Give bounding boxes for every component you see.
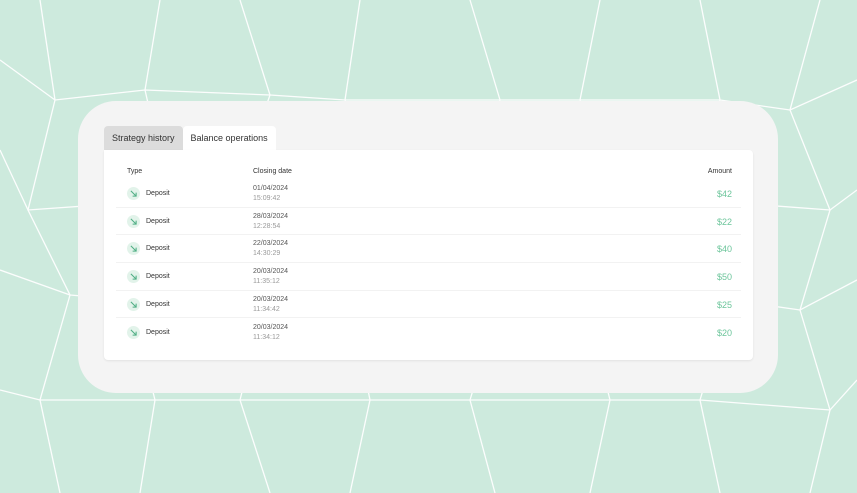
- closing-date: 20/03/2024: [253, 268, 289, 276]
- column-header-closing-date: Closing date: [253, 168, 292, 175]
- amount-value: $40: [716, 244, 732, 255]
- closing-time: 15:09:42: [253, 195, 281, 202]
- arrow-down-right-icon: [127, 297, 140, 311]
- arrow-down-right-icon: [127, 242, 140, 256]
- closing-date: 22/03/2024: [253, 240, 289, 248]
- closing-time: 11:34:12: [253, 333, 280, 341]
- table-row: Deposit 20/03/2024 11:35:12 $50: [104, 263, 753, 291]
- operation-type: Deposit: [146, 328, 170, 336]
- balance-card: Strategy history Balance operations Type…: [78, 101, 778, 393]
- table-row: Deposit 20/03/2024 11:34:12 $20: [104, 319, 753, 347]
- column-header-type: Type: [127, 168, 143, 175]
- closing-time: 12:28:54: [253, 222, 281, 230]
- column-header-amount: Amount: [707, 168, 732, 175]
- closing-date: 20/03/2024: [253, 323, 289, 331]
- closing-date: 28/03/2024: [253, 212, 289, 220]
- table-row: Deposit 01/04/2024 15:09:42 $42: [104, 180, 753, 208]
- table-row: Deposit 22/03/2024 14:30:29 $40: [104, 235, 753, 264]
- amount-value: $20: [716, 327, 732, 338]
- closing-time: 11:35:12: [253, 278, 280, 286]
- operations-table: Type Closing date Amount Deposit 01/04/2…: [104, 150, 753, 360]
- amount-value: $42: [716, 189, 732, 199]
- amount-value: $22: [716, 216, 732, 227]
- arrow-down-right-icon: [127, 187, 140, 200]
- amount-value: $25: [716, 299, 732, 310]
- table-row: Deposit 20/03/2024 11:34:42 $25: [104, 291, 753, 319]
- arrow-down-right-icon: [127, 270, 140, 284]
- operation-type: Deposit: [146, 217, 170, 225]
- tab-strategy-history[interactable]: Strategy history: [104, 126, 183, 150]
- arrow-down-right-icon: [127, 325, 140, 339]
- closing-time: 11:34:42: [253, 305, 280, 313]
- tab-balance-operations[interactable]: Balance operations: [182, 126, 276, 150]
- operation-type: Deposit: [146, 245, 170, 253]
- operation-type: Deposit: [146, 273, 170, 281]
- tab-bar: Strategy history Balance operations: [104, 126, 276, 150]
- closing-date: 01/04/2024: [253, 185, 289, 192]
- operation-type: Deposit: [146, 190, 170, 197]
- amount-value: $50: [716, 272, 732, 283]
- table-row: Deposit 28/03/2024 12:28:54 $22: [104, 208, 753, 236]
- closing-time: 14:30:29: [253, 250, 281, 258]
- arrow-down-right-icon: [127, 214, 140, 228]
- closing-date: 20/03/2024: [253, 295, 289, 303]
- operation-type: Deposit: [146, 300, 170, 308]
